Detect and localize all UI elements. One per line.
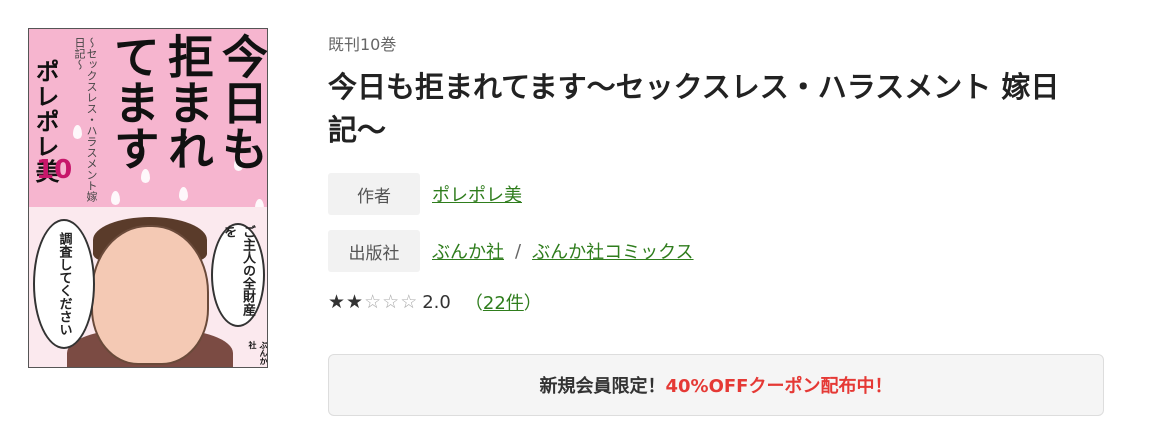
author-link[interactable]: ポレポレ美 [432, 181, 522, 207]
cover-volume-number: 10 [36, 155, 73, 185]
star-empty-icon: ☆ [364, 290, 382, 313]
review-count: （22件） [465, 289, 542, 315]
publisher-link[interactable]: ぶんか社 [432, 238, 504, 264]
author-tag: 作者 [328, 173, 420, 215]
coupon-banner[interactable]: 新規会員限定！ 40%OFFクーポン配布中！ [328, 354, 1104, 416]
review-count-open: （ [464, 293, 483, 314]
book-cover[interactable]: 今日も拒まれてます 〜セックスレス・ハラスメント嫁日記〜 ポレポレ美 10 調査… [28, 28, 268, 368]
publisher-row: 出版社 ぶんか社 / ぶんか社コミックス [328, 230, 694, 272]
coupon-text-offer: 40%OFFクーポン配布中！ [665, 376, 893, 397]
rating-stars: ★★☆☆☆ [328, 292, 418, 313]
author-row: 作者 ポレポレ美 [328, 173, 522, 215]
publisher-value: ぶんか社 / ぶんか社コミックス [432, 238, 694, 264]
coupon-text-lead: 新規会員限定！ [539, 376, 666, 397]
rating-value: 2.0 [422, 291, 451, 313]
star-filled-icon: ★ [346, 290, 364, 313]
review-count-close: ） [523, 293, 542, 314]
star-empty-icon: ☆ [382, 290, 400, 313]
character-face [91, 225, 209, 365]
speech-bubble-left: 調査してください [33, 219, 95, 349]
speech-bubble-right: ご主人の全財産を [211, 223, 265, 327]
review-count-link[interactable]: 22件 [483, 293, 524, 314]
publisher-tag: 出版社 [328, 230, 420, 272]
cover-publisher-mark: ぶんか社 [248, 341, 268, 365]
cover-subtitle: 〜セックスレス・ハラスメント嫁日記〜 [73, 37, 98, 202]
star-empty-icon: ☆ [400, 290, 418, 313]
rating: ★★☆☆☆ 2.0 （22件） [328, 289, 542, 315]
author-value: ポレポレ美 [432, 181, 522, 207]
cover-title: 今日も拒まれてます [107, 33, 268, 171]
star-filled-icon: ★ [328, 290, 346, 313]
label-link[interactable]: ぶんか社コミックス [532, 238, 693, 264]
volume-count: 既刊10巻 [328, 35, 397, 54]
meta-separator: / [515, 240, 522, 262]
book-title: 今日も拒まれてます〜セックスレス・ハラスメント 嫁日記〜 [328, 70, 1060, 147]
